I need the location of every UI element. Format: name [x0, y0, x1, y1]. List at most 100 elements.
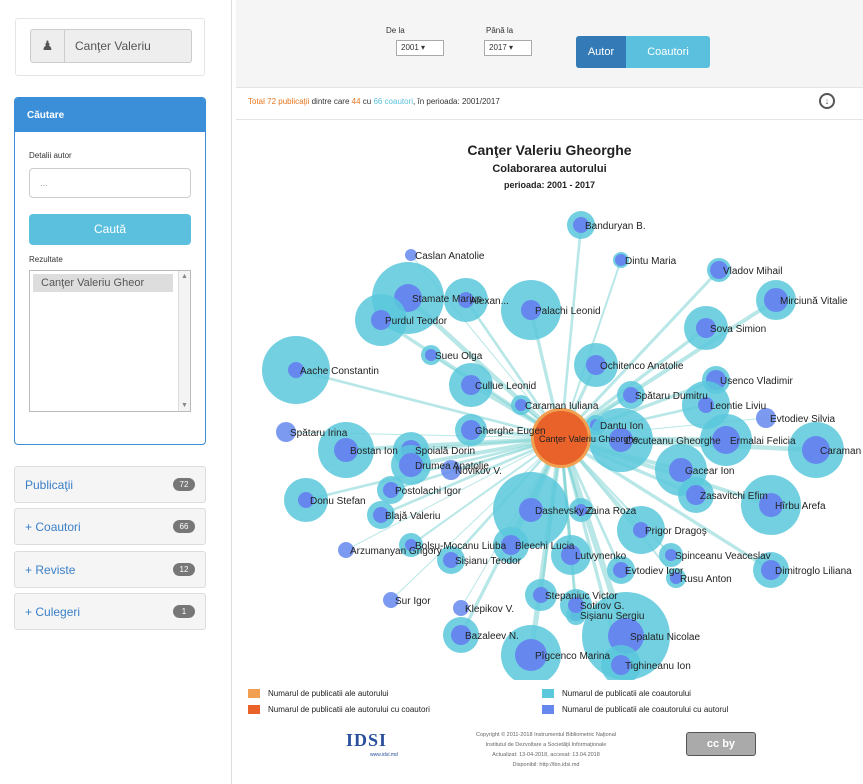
- node-label: Zaina Roza: [585, 506, 637, 517]
- node-label: Blajă Valeriu: [385, 511, 440, 522]
- results-label: Rezultate: [29, 255, 63, 264]
- node-label: Ermalai Felicia: [730, 436, 796, 447]
- node-label: Caslan Anatolie: [415, 251, 485, 262]
- search-panel-title: Căutare: [15, 98, 205, 132]
- accordion-label-text: Coautori: [35, 519, 81, 534]
- node-label: Caraman Mihail: [820, 446, 863, 457]
- author-detail-input[interactable]: ...: [29, 168, 191, 198]
- author-pill[interactable]: ♟ Canţer Valeriu: [30, 29, 192, 63]
- node-label: Banduryan B.: [585, 221, 646, 232]
- coautori-button[interactable]: Coautori: [626, 36, 710, 68]
- chart-period: perioada: 2001 - 2017: [503, 180, 596, 190]
- accordion-label: + Reviste: [25, 563, 173, 577]
- detail-label: Detalii autor: [29, 151, 72, 160]
- plus-icon: +: [25, 562, 33, 577]
- scroll-down-icon[interactable]: ▼: [181, 402, 188, 409]
- copyright-line: Actualizat: 13-04-2018, accesat: 13.04.2…: [492, 752, 600, 758]
- count-badge: 12: [173, 563, 195, 576]
- legend-swatch: [248, 705, 260, 714]
- chart-subtitle: Colaborarea autorului: [492, 163, 607, 175]
- search-panel: Căutare Detalii autor ... Caută Rezultat…: [14, 97, 206, 445]
- results-scrollbar[interactable]: ▲ ▼: [178, 271, 190, 411]
- legend-label: Numarul de publicatii ale coautorului cu…: [562, 705, 729, 714]
- node-label: Bostan Ion: [350, 446, 398, 457]
- footer: IDSI www.idsi.md Copyright © 2011-2018 I…: [346, 722, 766, 782]
- period-toolbar: De la 2001 ▾ Până la 2017 ▾ Autor Coauto…: [236, 0, 863, 88]
- node-label: Leontie Liviu: [710, 401, 766, 412]
- node-label: Spătaru Irina: [290, 428, 348, 439]
- node-label: Bleechi Lucia: [515, 541, 575, 552]
- idsi-logo[interactable]: IDSI: [346, 730, 387, 751]
- node-label: Zasavitchi Efim: [700, 491, 768, 502]
- summary-coauthors[interactable]: 66 coautori: [373, 97, 413, 106]
- node-label: Donu Stefan: [310, 496, 366, 507]
- node-label: Gacear Ion: [685, 466, 734, 477]
- to-year-value: 2017: [489, 43, 507, 52]
- search-button[interactable]: Caută: [29, 214, 191, 245]
- author-name: Canţer Valeriu: [75, 39, 151, 53]
- node-label: Ochitenco Anatolie: [600, 361, 684, 372]
- cc-license-badge[interactable]: cc by: [686, 732, 756, 756]
- accordion-label-text: Reviste: [35, 562, 76, 577]
- node-label: Spalatu Nicolae: [630, 632, 700, 643]
- author-box: ♟ Canţer Valeriu: [15, 18, 205, 76]
- copyright-line: Disponibil: http://ibn.idsi.md: [512, 762, 580, 768]
- summary-total: Total 72 publicaţii: [248, 97, 310, 106]
- from-year-select[interactable]: 2001 ▾: [396, 40, 444, 56]
- to-label: Până la: [486, 26, 514, 35]
- results-listbox[interactable]: Canţer Valeriu Gheor ▲ ▼: [29, 270, 191, 412]
- node-label: Mirciună Vitalie: [780, 296, 848, 307]
- node-label: Bazaleev N.: [465, 631, 519, 642]
- divider: [236, 119, 863, 120]
- idsi-logo-sub: www.idsi.md: [370, 752, 398, 758]
- user-icon: ♟: [31, 30, 65, 62]
- legend-item-author-total: Numarul de publicatii ale autorului: [248, 689, 389, 698]
- node-label: Dimitroglo Liliana: [775, 566, 852, 577]
- node-label: Evtodiev Igor: [625, 566, 684, 577]
- copyright-line: Institutul de Dezvoltare a Societăţii In…: [485, 742, 607, 748]
- plus-icon: +: [25, 604, 33, 619]
- node-label: Dintu Maria: [625, 256, 677, 267]
- node-label: Spinceanu Veaceslav: [675, 551, 771, 562]
- accordion-publicatii[interactable]: Publicaţii 72: [14, 466, 206, 503]
- legend-label: Numarul de publicatii ale autorului cu c…: [268, 705, 430, 714]
- node-label: Cullue Leonid: [475, 381, 536, 392]
- node-label: Gherghe Eugen: [475, 426, 546, 437]
- accordion-culegeri[interactable]: + Culegeri 1: [14, 593, 206, 630]
- summary-coauth-count: 44: [351, 97, 361, 106]
- legend-swatch: [248, 689, 260, 698]
- scroll-up-icon[interactable]: ▲: [181, 273, 188, 280]
- from-year-value: 2001: [401, 43, 419, 52]
- copyright-text: Copyright © 2011-2018 Instrumentul Bibli…: [436, 730, 656, 770]
- node-label: Cocuteanu Gheorghe: [625, 436, 721, 447]
- accordion-coautori[interactable]: + Coautori 66: [14, 508, 206, 545]
- node-label: Sotirov G.: [580, 601, 624, 612]
- node-label: Usenco Vladimir: [720, 376, 793, 387]
- summary-period: , în perioada: 2001/2017: [413, 97, 500, 106]
- plus-icon: +: [25, 519, 33, 534]
- node-label: Spătaru Dumitru: [635, 391, 708, 402]
- accordion-reviste[interactable]: + Reviste 12: [14, 551, 206, 588]
- summary-text: Total 72 publicaţii dintre care 44 cu 66…: [248, 97, 500, 106]
- results-option[interactable]: Canţer Valeriu Gheor: [33, 274, 173, 292]
- to-year-select[interactable]: 2017 ▾: [484, 40, 532, 56]
- node-label: Sur Igor: [395, 596, 431, 607]
- legend-item-coauthor-total: Numarul de publicatii ale coautorului: [542, 689, 691, 698]
- node-label: Palachi Leonid: [535, 306, 601, 317]
- summary-text-4: cu: [360, 97, 374, 106]
- accordion-label: + Coautori: [25, 520, 173, 534]
- count-badge: 1: [173, 605, 195, 618]
- legend-item-author-coauth: Numarul de publicatii ale autorului cu c…: [248, 705, 430, 714]
- summary-text-2: dintre care: [309, 97, 352, 106]
- count-badge: 72: [173, 478, 195, 491]
- node-label: Sueu Olga: [435, 351, 483, 362]
- node-label: Pîgcenco Marina: [535, 651, 610, 662]
- node-label: Caraman Iuliana: [525, 401, 599, 412]
- left-sidebar: ♟ Canţer Valeriu Căutare Detalii autor .…: [0, 0, 232, 784]
- autor-button[interactable]: Autor: [576, 36, 626, 68]
- download-icon[interactable]: ↓: [819, 93, 835, 109]
- center-node-label: Canţer Valeriu Gheorghe: [539, 434, 638, 444]
- node-label: Spoială Dorin: [415, 446, 475, 457]
- collaboration-graph[interactable]: Banduryan B.Dintu MariaCaslan AnatolieSt…: [236, 200, 863, 680]
- node-label: Rusu Anton: [680, 574, 732, 585]
